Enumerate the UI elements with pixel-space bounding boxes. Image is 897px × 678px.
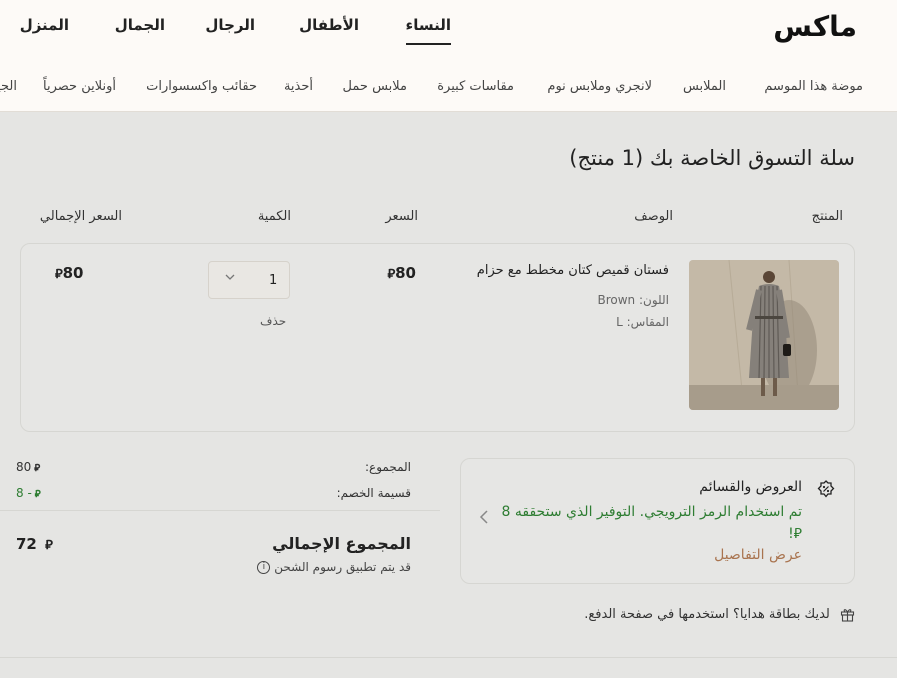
discount-badge-icon (817, 480, 835, 498)
subnav-plus-size[interactable]: مقاسات كبيرة (437, 79, 514, 94)
currency-icon: ⃁ (34, 463, 41, 474)
chevron-left-icon[interactable] (478, 509, 490, 530)
color-label: اللون: (638, 293, 669, 307)
col-quantity: الكمية (257, 209, 291, 224)
subtotal-label: المجموع: (364, 460, 411, 474)
size-value: L (616, 315, 623, 329)
info-icon[interactable]: i (257, 561, 271, 574)
product-photo (689, 260, 839, 410)
top-header: ماكس النساء الأطفال الرجال الجمال المنزل (0, 0, 897, 60)
grand-total-value: ⃁ 72 (16, 535, 53, 553)
subnav-online-exclusive[interactable]: أونلاين حصرياً (43, 79, 116, 94)
delete-item-button[interactable]: حذف (260, 314, 286, 328)
gift-card-note: لديك بطاقة هدايا؟ استخدمها في صفحة الدفع… (584, 607, 855, 622)
subnav-lingerie[interactable]: لانجري وملابس نوم (547, 79, 652, 94)
subnav-jeans[interactable]: الجينز (0, 79, 17, 94)
product-image[interactable] (689, 260, 839, 410)
nav-women[interactable]: النساء (405, 16, 452, 45)
category-subnav: موضة هذا الموسم الملابس لانجري وملابس نو… (0, 60, 897, 112)
product-name[interactable]: فستان قميص كتان مخطط مع حزام (477, 263, 669, 278)
cart-title: سلة التسوق الخاصة بك (1 منتج) (569, 146, 855, 170)
subnav-shoes[interactable]: أحذية (284, 79, 313, 94)
gift-card-text: لديك بطاقة هدايا؟ استخدمها في صفحة الدفع… (584, 607, 830, 622)
unit-price: 80⃁ (385, 264, 416, 282)
unit-price-value: 80 (395, 264, 416, 282)
subnav-clothing[interactable]: الملابس (683, 79, 726, 94)
summary-divider (0, 510, 440, 511)
discount-label: قسيمة الخصم: (336, 486, 411, 500)
nav-kids[interactable]: الأطفال (299, 16, 359, 34)
subnav-bags[interactable]: حقائب واكسسوارات (146, 79, 257, 94)
discount-value: ⃁- 8 (16, 486, 41, 500)
nav-home[interactable]: المنزل (20, 16, 69, 34)
col-price: السعر (385, 209, 418, 224)
shipping-note: قد يتم تطبيق رسوم الشحن i (253, 560, 411, 574)
col-total: السعر الإجمالي (39, 209, 122, 224)
shipping-note-text: قد يتم تطبيق رسوم الشحن (274, 560, 411, 574)
currency-icon: ⃁ (387, 267, 396, 282)
subtotal-amount: 80 (16, 460, 32, 474)
nav-beauty[interactable]: الجمال (115, 16, 165, 34)
currency-icon: ⃁ (55, 267, 63, 282)
discount-amount: - 8 (16, 486, 32, 500)
main-nav: النساء الأطفال الرجال الجمال المنزل (0, 16, 897, 46)
line-total-value: 80 (62, 264, 84, 282)
product-color: اللون: Brown (597, 293, 669, 307)
currency-icon: ⃁ (34, 489, 41, 500)
product-size: المقاس: L (616, 315, 669, 329)
grand-total-amount: 72 (16, 535, 37, 553)
col-product: المنتج (811, 209, 843, 224)
nav-men[interactable]: الرجال (205, 16, 255, 34)
promo-applied-message: تم استخدام الرمز الترويجي. التوفير الذي … (501, 504, 802, 542)
subnav-season[interactable]: موضة هذا الموسم (764, 79, 863, 94)
subtotal-value: ⃁80 (16, 460, 40, 474)
grand-total-label: المجموع الإجمالي (272, 534, 411, 553)
quantity-value: 1 (269, 273, 278, 288)
color-value: Brown (597, 293, 636, 307)
offers-title: العروض والقسائم (699, 479, 802, 495)
currency-icon: ⃁ (45, 538, 53, 553)
col-description: الوصف (634, 209, 673, 224)
size-label: المقاس: (626, 315, 669, 329)
chevron-down-icon (224, 271, 236, 287)
subnav-maternity[interactable]: ملابس حمل (343, 79, 407, 94)
line-total: 80⃁ (52, 264, 83, 282)
bottom-divider (0, 657, 897, 658)
quantity-select[interactable]: 1 (208, 261, 290, 299)
gift-icon (840, 607, 855, 622)
view-details-link[interactable]: عرض التفاصيل (714, 547, 802, 563)
